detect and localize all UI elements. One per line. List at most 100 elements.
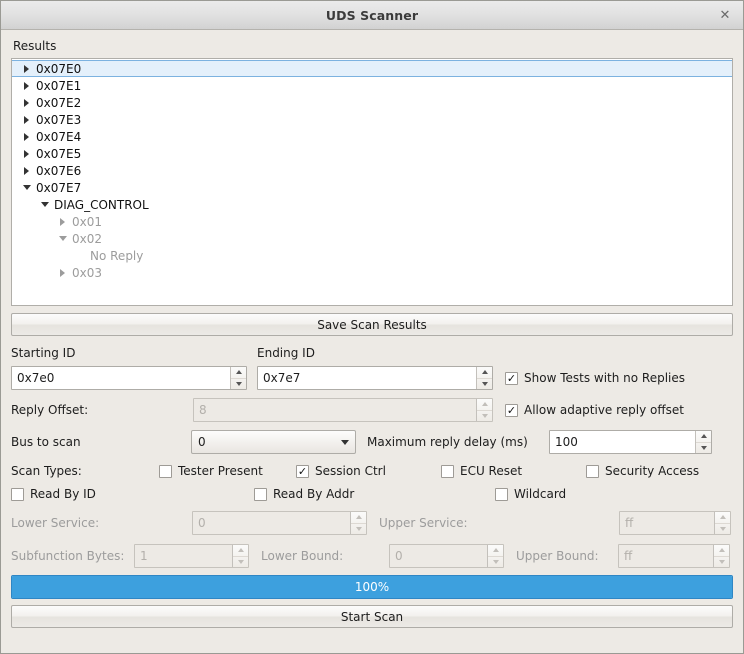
tree-item-label: DIAG_CONTROL	[54, 197, 149, 212]
tree-item[interactable]: 0x07E7	[12, 179, 732, 196]
ending-id-field[interactable]	[257, 366, 493, 390]
reply-offset-spin-down-icon	[477, 411, 492, 422]
upper-bound-input	[619, 545, 713, 567]
allow-adaptive-reply-offset-checkbox[interactable]: ✓ Allow adaptive reply offset	[505, 403, 684, 417]
chevron-right-icon[interactable]	[56, 218, 69, 226]
tree-item-label: 0x07E5	[36, 146, 82, 161]
checkbox-box: ✓	[586, 464, 599, 478]
ending-id-spin-up-icon[interactable]	[477, 367, 492, 379]
upper-service-spin-up-icon	[715, 512, 730, 524]
scan-type-label: Tester Present	[178, 464, 263, 478]
ending-id-input[interactable]	[258, 367, 476, 389]
allow-adaptive-reply-offset-label: Allow adaptive reply offset	[524, 403, 684, 417]
max-reply-delay-field[interactable]	[549, 430, 712, 454]
tree-item-label: No Reply	[90, 248, 144, 263]
results-tree[interactable]: 0x07E0 0x07E1 0x07E2 0x07E3 0x07E4 0x07E5 0x07…	[11, 58, 733, 306]
chevron-right-icon[interactable]	[20, 82, 33, 90]
tree-item[interactable]: 0x01	[12, 213, 732, 230]
ending-id-spinner[interactable]	[476, 367, 492, 389]
upper-service-field	[619, 511, 731, 535]
save-scan-results-button[interactable]: Save Scan Results	[11, 313, 733, 336]
scan-type-read-by-addr-checkbox[interactable]: ✓ Read By Addr	[254, 487, 495, 501]
chevron-right-icon[interactable]	[20, 150, 33, 158]
tree-item[interactable]: 0x07E6	[12, 162, 732, 179]
lower-bound-spinner	[487, 545, 503, 567]
checkbox-box: ✓	[505, 371, 518, 385]
window-title: UDS Scanner	[325, 7, 419, 23]
starting-id-spin-down-icon[interactable]	[231, 379, 246, 390]
scan-type-label: ECU Reset	[460, 464, 523, 478]
tree-item[interactable]: 0x07E4	[12, 128, 732, 145]
reply-offset-label: Reply Offset:	[11, 403, 89, 417]
tree-item-label: 0x07E3	[36, 112, 82, 127]
scan-type-session-ctrl-checkbox[interactable]: ✓ Session Ctrl	[296, 464, 441, 478]
chevron-down-icon[interactable]	[56, 236, 69, 241]
max-reply-delay-spinner[interactable]	[695, 431, 711, 453]
tree-item-label: 0x07E0	[36, 61, 82, 76]
scan-type-label: Session Ctrl	[315, 464, 386, 478]
scan-type-ecu-reset-checkbox[interactable]: ✓ ECU Reset	[441, 464, 586, 478]
title-bar: UDS Scanner ✕	[1, 1, 743, 30]
chevron-down-icon[interactable]	[20, 185, 33, 190]
max-reply-delay-input[interactable]	[550, 431, 695, 453]
lower-bound-input	[390, 545, 487, 567]
check-icon: ✓	[506, 371, 517, 385]
reply-offset-spinner	[476, 399, 492, 421]
starting-id-input[interactable]	[12, 367, 230, 389]
ending-id-spin-down-icon[interactable]	[477, 379, 492, 390]
reply-offset-spin-up-icon	[477, 399, 492, 411]
close-icon[interactable]: ✕	[716, 6, 734, 24]
progress-label: 100%	[354, 580, 390, 594]
lower-bound-spin-up-icon	[488, 545, 503, 557]
tree-item[interactable]: DIAG_CONTROL	[12, 196, 732, 213]
start-scan-button[interactable]: Start Scan	[11, 605, 733, 628]
tree-item-label: 0x07E6	[36, 163, 82, 178]
tree-item[interactable]: 0x02	[12, 230, 732, 247]
results-label: Results	[13, 39, 57, 53]
scan-type-read-by-id-checkbox[interactable]: ✓ Read By ID	[11, 487, 254, 501]
chevron-right-icon[interactable]	[20, 133, 33, 141]
tree-item-label: 0x03	[72, 265, 103, 280]
show-tests-no-replies-checkbox[interactable]: ✓ Show Tests with no Replies	[505, 371, 685, 385]
bus-to-scan-value: 0	[198, 435, 206, 449]
bus-to-scan-select[interactable]: 0	[191, 430, 356, 454]
checkbox-box: ✓	[11, 487, 24, 501]
lower-service-spinner	[350, 512, 366, 534]
lower-service-input	[193, 512, 350, 534]
tree-item[interactable]: 0x07E5	[12, 145, 732, 162]
lower-service-field	[192, 511, 367, 535]
scan-type-wildcard-checkbox[interactable]: ✓ Wildcard	[495, 487, 566, 501]
starting-id-spin-up-icon[interactable]	[231, 367, 246, 379]
lower-bound-spin-down-icon	[488, 557, 503, 568]
tree-item-label: 0x01	[72, 214, 103, 229]
max-reply-delay-spin-up-icon[interactable]	[696, 431, 711, 443]
subfunction-bytes-label: Subfunction Bytes:	[11, 549, 125, 563]
check-icon: ✓	[506, 403, 517, 417]
bus-to-scan-label: Bus to scan	[11, 435, 81, 449]
chevron-right-icon[interactable]	[20, 99, 33, 107]
show-tests-no-replies-label: Show Tests with no Replies	[524, 371, 686, 385]
uds-scanner-window: UDS Scanner ✕ Results 0x07E0 0x07E1 0x07E2…	[0, 0, 744, 654]
chevron-right-icon[interactable]	[20, 65, 33, 73]
chevron-right-icon[interactable]	[20, 116, 33, 124]
reply-offset-field	[193, 398, 493, 422]
tree-item[interactable]: 0x07E3	[12, 111, 732, 128]
tree-item[interactable]: 0x07E1	[12, 77, 732, 94]
tree-item[interactable]: 0x03	[12, 264, 732, 281]
subfunction-bytes-spin-up-icon	[233, 545, 248, 557]
tree-item[interactable]: No Reply	[12, 247, 732, 264]
checkbox-box: ✓	[495, 487, 508, 501]
starting-id-spinner[interactable]	[230, 367, 246, 389]
starting-id-field[interactable]	[11, 366, 247, 390]
upper-bound-spin-up-icon	[714, 545, 729, 557]
scan-type-tester-present-checkbox[interactable]: ✓ Tester Present	[159, 464, 296, 478]
max-reply-delay-spin-down-icon[interactable]	[696, 443, 711, 454]
scan-type-security-access-checkbox[interactable]: ✓ Security Access	[586, 464, 699, 478]
tree-item[interactable]: 0x07E0	[12, 60, 732, 77]
tree-item[interactable]: 0x07E2	[12, 94, 732, 111]
upper-service-spin-down-icon	[715, 524, 730, 535]
chevron-down-icon[interactable]	[38, 202, 51, 207]
chevron-right-icon[interactable]	[56, 269, 69, 277]
tree-item-label: 0x07E7	[36, 180, 82, 195]
chevron-right-icon[interactable]	[20, 167, 33, 175]
